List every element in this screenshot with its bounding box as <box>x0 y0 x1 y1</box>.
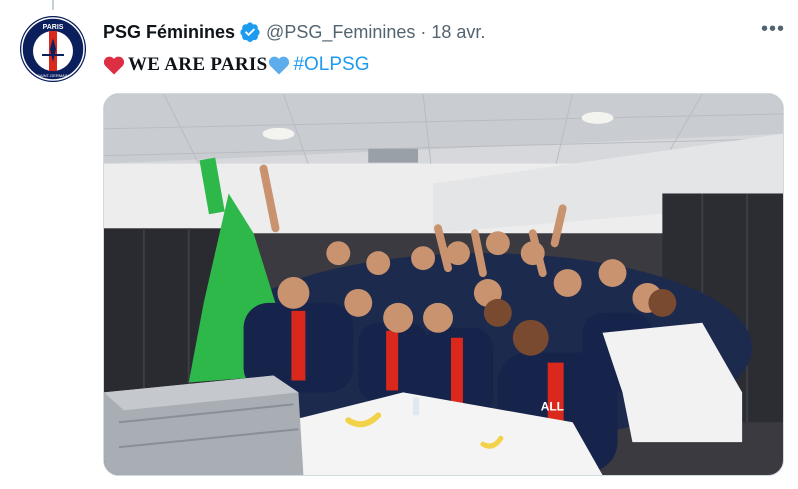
jersey-sponsor-text: ALL <box>541 399 564 413</box>
display-name[interactable]: PSG Féminines <box>103 22 235 43</box>
more-options-icon[interactable]: ••• <box>760 19 786 42</box>
separator-dot: · <box>420 21 427 42</box>
handle[interactable]: @PSG_Feminines <box>266 22 415 43</box>
hashtag-link[interactable]: #OLPSG <box>293 54 369 76</box>
red-heart-emoji <box>103 56 125 75</box>
logo-text-top: PARIS <box>43 24 64 31</box>
blue-heart-emoji <box>269 56 290 75</box>
verified-badge-icon <box>240 22 260 42</box>
avatar[interactable]: PARIS SAINT-GERMAIN <box>20 16 86 82</box>
tweet-media-photo[interactable]: ALL <box>103 93 784 476</box>
tweet-text: WE ARE PARIS #OLPSG <box>103 52 370 78</box>
psg-logo: PARIS SAINT-GERMAIN <box>20 16 86 82</box>
tweet-main-text: WE ARE PARIS <box>128 54 268 75</box>
logo-text-bottom: SAINT-GERMAIN <box>37 73 69 78</box>
thread-connector-line <box>52 0 54 10</box>
tweet-header: PSG Féminines @PSG_Feminines · 18 avr. <box>103 18 485 46</box>
team-celebration-photo: ALL <box>104 94 783 475</box>
tweet-date[interactable]: 18 avr. <box>431 22 485 43</box>
